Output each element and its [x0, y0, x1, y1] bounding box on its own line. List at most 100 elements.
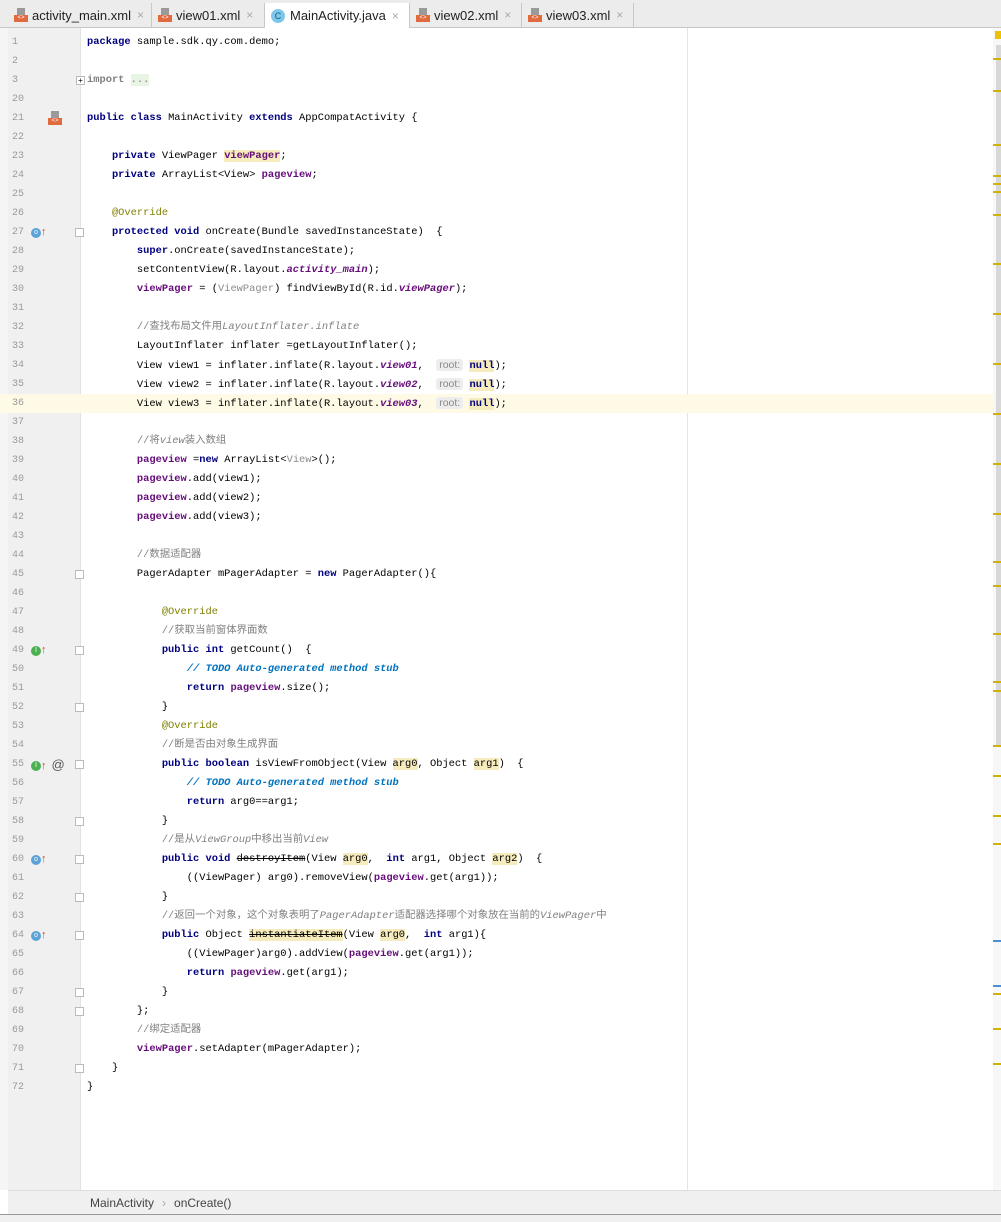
scrollbar-marker[interactable] — [993, 561, 1001, 563]
code-line[interactable]: 56 // TODO Auto-generated method stub — [0, 774, 993, 793]
code-line[interactable]: 39 pageview =new ArrayList<View>(); — [0, 451, 993, 470]
line-number[interactable]: 45 — [12, 565, 32, 584]
line-number[interactable]: 40 — [12, 470, 32, 489]
fold-marker-icon[interactable] — [75, 893, 84, 902]
line-number[interactable]: 61 — [12, 869, 32, 888]
line-number[interactable]: 53 — [12, 717, 32, 736]
code-line[interactable]: 31 — [0, 299, 993, 318]
scrollbar-marker[interactable] — [993, 144, 1001, 146]
line-number[interactable]: 67 — [12, 983, 32, 1002]
close-tab-icon[interactable]: × — [392, 9, 399, 23]
close-tab-icon[interactable]: × — [246, 8, 253, 22]
code-line[interactable]: 32 //查找布局文件用LayoutInflater.inflate — [0, 318, 993, 337]
line-number[interactable]: 46 — [12, 584, 32, 603]
related-xml-layout-icon[interactable] — [48, 111, 62, 125]
line-number[interactable]: 51 — [12, 679, 32, 698]
line-number[interactable]: 68 — [12, 1002, 32, 1021]
overrides-method-icon[interactable]: o ↑ — [31, 850, 47, 869]
line-number[interactable]: 33 — [12, 337, 32, 356]
line-number[interactable]: 62 — [12, 888, 32, 907]
code-line[interactable]: 30 viewPager = (ViewPager) findViewById(… — [0, 280, 993, 299]
scrollbar-marker[interactable] — [993, 413, 1001, 415]
line-number[interactable]: 36 — [12, 394, 32, 413]
breadcrumb-method[interactable]: onCreate() — [174, 1196, 231, 1210]
fold-marker-icon[interactable]: + — [76, 76, 85, 85]
code-line[interactable]: 37 — [0, 413, 993, 432]
scrollbar-marker[interactable] — [993, 690, 1001, 692]
line-number[interactable]: 66 — [12, 964, 32, 983]
code-line[interactable]: 26 @Override — [0, 204, 993, 223]
line-number[interactable]: 57 — [12, 793, 32, 812]
inspection-status-icon[interactable] — [995, 31, 1001, 39]
scrollbar-marker[interactable] — [993, 513, 1001, 515]
fold-marker-icon[interactable] — [75, 228, 84, 237]
code-line[interactable]: 1 package sample.sdk.qy.com.demo; — [0, 33, 993, 52]
line-number[interactable]: 65 — [12, 945, 32, 964]
scrollbar-marker[interactable] — [993, 58, 1001, 60]
tab-view03-xml[interactable]: view03.xml × — [522, 3, 634, 27]
overrides-method-icon[interactable]: o ↑ — [31, 926, 47, 945]
line-number[interactable]: 32 — [12, 318, 32, 337]
line-number[interactable]: 50 — [12, 660, 32, 679]
line-number[interactable]: 20 — [12, 90, 32, 109]
fold-marker-icon[interactable] — [75, 931, 84, 940]
code-line[interactable]: 60 o ↑ public void destroyItem(View arg0, … — [0, 850, 993, 869]
line-number[interactable]: 71 — [12, 1059, 32, 1078]
code-line[interactable]: 38 //将view装入数组 — [0, 432, 993, 451]
line-number[interactable]: 64 — [12, 926, 32, 945]
scrollbar-marker[interactable] — [993, 681, 1001, 683]
fold-marker-icon[interactable] — [75, 1064, 84, 1073]
scrollbar-marker[interactable] — [993, 815, 1001, 817]
code-line[interactable]: 27 o ↑ protected void onCreate(Bundle save… — [0, 223, 993, 242]
code-line[interactable]: 55 I ↑ @ public boolean isViewFromObject(Vi… — [0, 755, 993, 774]
code-line[interactable]: 61 ((ViewPager) arg0).removeView(pagevie… — [0, 869, 993, 888]
code-line[interactable]: 52 } — [0, 698, 993, 717]
line-number[interactable]: 70 — [12, 1040, 32, 1059]
line-number[interactable]: 39 — [12, 451, 32, 470]
code-line[interactable]: 71 } — [0, 1059, 993, 1078]
line-number[interactable]: 2 — [12, 52, 32, 71]
scrollbar-marker[interactable] — [993, 175, 1001, 177]
code-line[interactable]: 41 pageview.add(view2); — [0, 489, 993, 508]
breadcrumb-class[interactable]: MainActivity — [90, 1196, 154, 1210]
scrollbar-marker[interactable] — [993, 313, 1001, 315]
code-line[interactable]: 22 — [0, 128, 993, 147]
fold-marker-icon[interactable] — [75, 570, 84, 579]
line-number[interactable]: 22 — [12, 128, 32, 147]
line-number[interactable]: 55 — [12, 755, 32, 774]
scrollbar-marker[interactable] — [993, 1063, 1001, 1065]
code-line[interactable]: 72} — [0, 1078, 993, 1097]
scrollbar-marker[interactable] — [993, 745, 1001, 747]
fold-marker-icon[interactable] — [75, 988, 84, 997]
implements-method-icon[interactable]: I ↑ — [31, 641, 47, 660]
line-number[interactable]: 25 — [12, 185, 32, 204]
code-line[interactable]: 23 private ViewPager viewPager; — [0, 147, 993, 166]
tab-activity_main-xml[interactable]: activity_main.xml × — [8, 3, 152, 27]
code-line[interactable]: 64 o ↑ public Object instantiateItem(View … — [0, 926, 993, 945]
fold-marker-icon[interactable] — [75, 1007, 84, 1016]
scrollbar-marker[interactable] — [993, 1028, 1001, 1030]
line-number[interactable]: 49 — [12, 641, 32, 660]
code-line[interactable]: 57 return arg0==arg1; — [0, 793, 993, 812]
line-number[interactable]: 63 — [12, 907, 32, 926]
line-number[interactable]: 1 — [12, 33, 32, 52]
scrollbar-marker[interactable] — [993, 263, 1001, 265]
scrollbar-marker[interactable] — [993, 993, 1001, 995]
code-line[interactable]: 68 }; — [0, 1002, 993, 1021]
line-number[interactable]: 42 — [12, 508, 32, 527]
scrollbar-marker[interactable] — [993, 633, 1001, 635]
scrollbar-thumb[interactable] — [996, 45, 1001, 745]
code-line[interactable]: 40 pageview.add(view1); — [0, 470, 993, 489]
line-number[interactable]: 72 — [12, 1078, 32, 1097]
line-number[interactable]: 52 — [12, 698, 32, 717]
code-line[interactable]: 51 return pageview.size(); — [0, 679, 993, 698]
code-line[interactable]: 45 PagerAdapter mPagerAdapter = new Page… — [0, 565, 993, 584]
code-line[interactable]: 69 //绑定适配器 — [0, 1021, 993, 1040]
line-number[interactable]: 47 — [12, 603, 32, 622]
code-line[interactable]: 36 View view3 = inflater.inflate(R.layou… — [0, 394, 993, 413]
close-tab-icon[interactable]: × — [137, 8, 144, 22]
code-line[interactable]: 50 // TODO Auto-generated method stub — [0, 660, 993, 679]
line-number[interactable]: 26 — [12, 204, 32, 223]
code-line[interactable]: 3 + import ... — [0, 71, 993, 90]
code-line[interactable]: 63 //返回一个对象，这个对象表明了PagerAdapter适配器选择哪个对象… — [0, 907, 993, 926]
